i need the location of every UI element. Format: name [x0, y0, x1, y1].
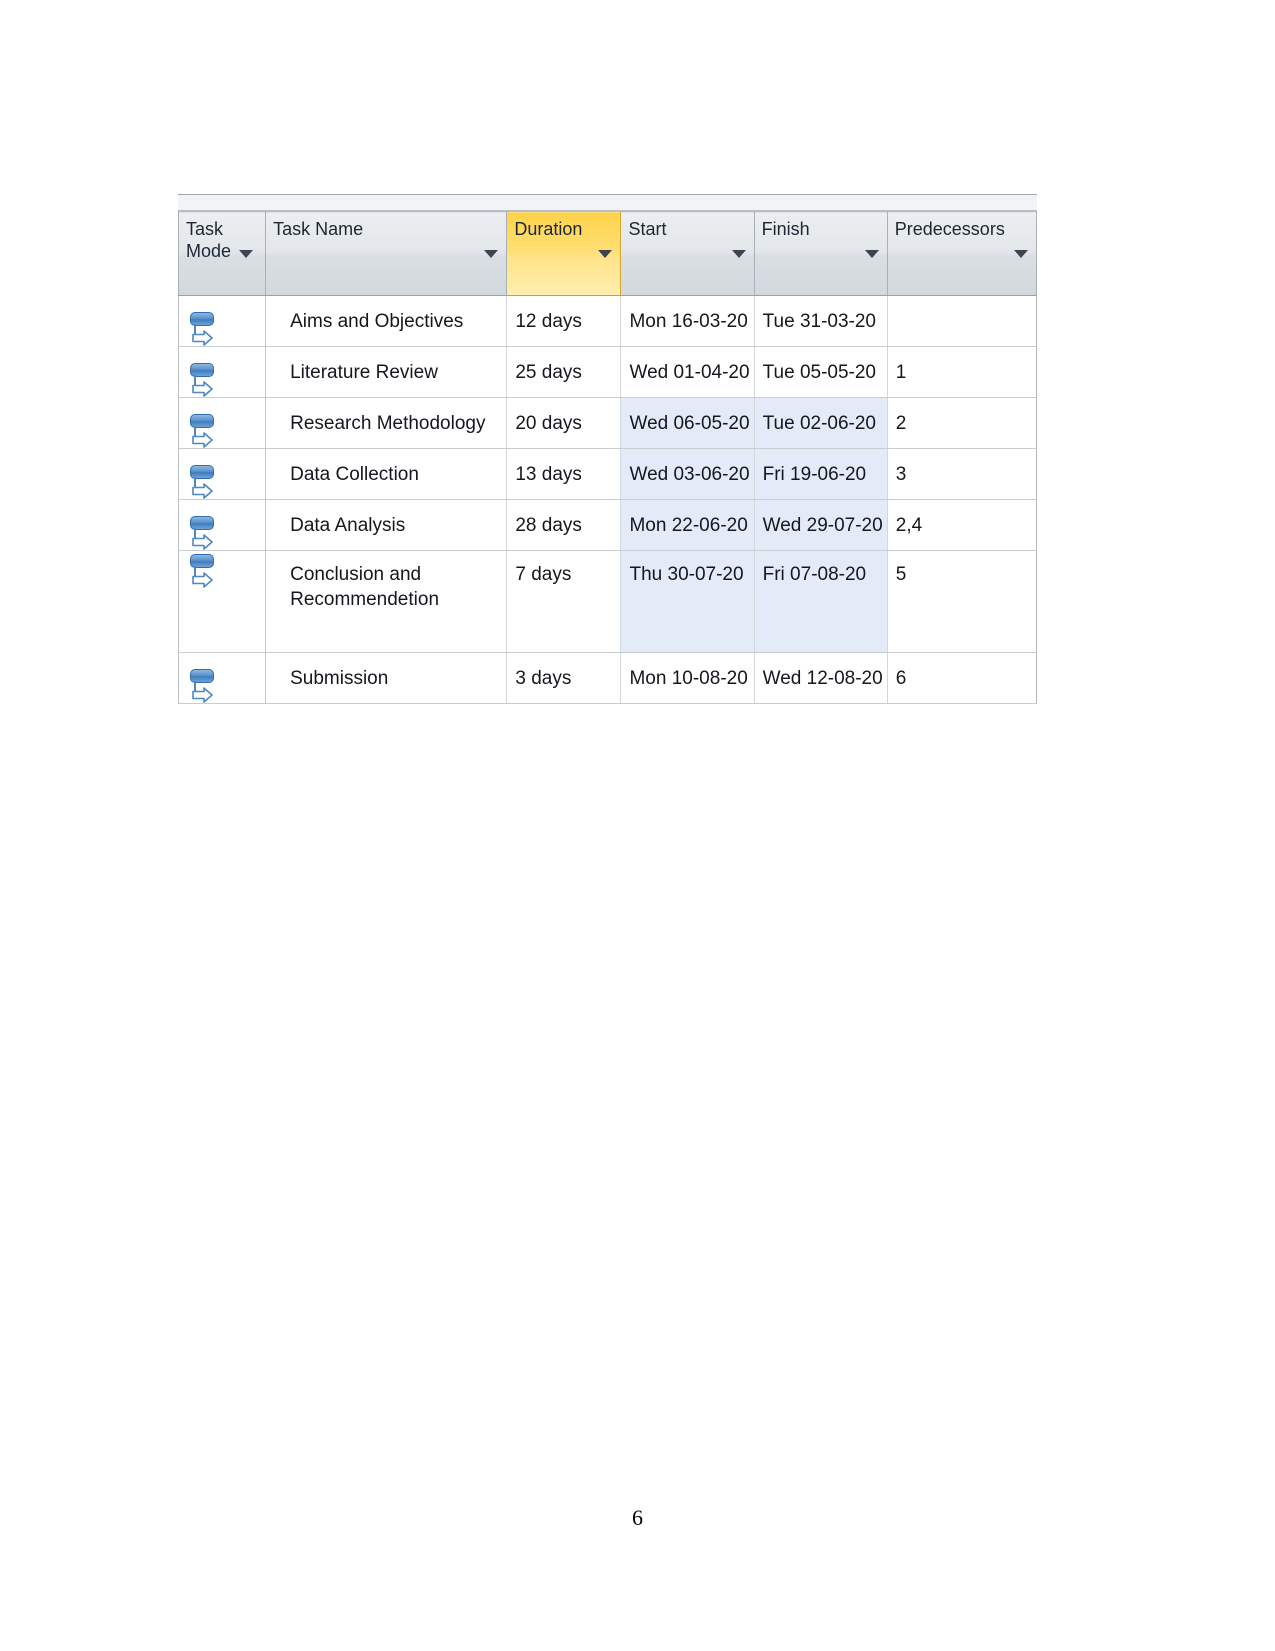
- cell-task-mode[interactable]: [178, 295, 267, 347]
- cell-predecessors[interactable]: 1: [887, 346, 1037, 398]
- table-row[interactable]: Submission 3 days Mon 10-08-20 Wed 12-08-20…: [178, 652, 1037, 704]
- cell-finish[interactable]: Fri 07-08-20: [754, 550, 888, 653]
- cell-task-name[interactable]: Aims and Objectives: [265, 295, 508, 347]
- grid-header-row: Task Mode Task Name Duration Start Finis…: [178, 211, 1037, 296]
- cell-task-mode[interactable]: [178, 550, 267, 653]
- filter-dropdown-icon[interactable]: [239, 250, 254, 258]
- cell-predecessors[interactable]: 3: [887, 448, 1037, 500]
- cell-start[interactable]: Mon 22-06-20: [620, 499, 755, 551]
- column-header-task-name[interactable]: Task Name: [265, 211, 508, 296]
- column-header-start-label: Start: [628, 219, 667, 239]
- cell-duration[interactable]: 12 days: [506, 295, 622, 347]
- column-header-finish[interactable]: Finish: [754, 211, 888, 296]
- column-header-start[interactable]: Start: [620, 211, 755, 296]
- task-entry-grid: Task Mode Task Name Duration Start Finis…: [178, 211, 1037, 704]
- right-arrow-glyph: [192, 533, 213, 550]
- column-header-task-mode[interactable]: Task Mode: [178, 211, 267, 296]
- table-row[interactable]: Aims and Objectives 12 days Mon 16-03-20 Tu…: [178, 295, 1037, 347]
- right-arrow-glyph: [192, 572, 213, 588]
- table-row[interactable]: Conclusion and Recommendetion 7 days Thu 3…: [178, 550, 1037, 653]
- cell-task-name[interactable]: Data Collection: [265, 448, 508, 500]
- cell-task-mode[interactable]: [178, 346, 267, 398]
- column-header-predecessors[interactable]: Predecessors: [887, 211, 1037, 296]
- project-schedule-table-image: Task Mode Task Name Duration Start Finis…: [178, 194, 1037, 711]
- cell-predecessors[interactable]: 6: [887, 652, 1037, 704]
- cell-finish[interactable]: Tue 05-05-20: [754, 346, 888, 398]
- cell-duration[interactable]: 20 days: [506, 397, 622, 449]
- cell-duration[interactable]: 3 days: [506, 652, 622, 704]
- cell-finish[interactable]: Wed 29-07-20: [754, 499, 888, 551]
- cell-predecessors[interactable]: 5: [887, 550, 1037, 653]
- filter-dropdown-icon[interactable]: [484, 250, 499, 258]
- cell-predecessors[interactable]: 2: [887, 397, 1037, 449]
- cell-task-mode[interactable]: [178, 652, 267, 704]
- cell-start[interactable]: Mon 16-03-20: [620, 295, 755, 347]
- right-arrow-glyph: [192, 380, 213, 397]
- cell-task-name[interactable]: Research Methodology: [265, 397, 508, 449]
- cell-start[interactable]: Wed 01-04-20: [620, 346, 755, 398]
- cell-start[interactable]: Thu 30-07-20: [620, 550, 755, 653]
- column-header-predecessors-label: Predecessors: [894, 219, 1005, 239]
- filter-dropdown-icon[interactable]: [864, 250, 879, 258]
- filter-dropdown-icon[interactable]: [598, 250, 613, 258]
- filter-dropdown-icon[interactable]: [1014, 250, 1028, 258]
- cell-start[interactable]: Wed 03-06-20: [620, 448, 755, 500]
- right-arrow-glyph: [192, 686, 213, 703]
- table-row[interactable]: Literature Review 25 days Wed 01-04-20 Tue …: [178, 346, 1037, 398]
- cell-task-name[interactable]: Data Analysis: [265, 499, 508, 551]
- column-header-task-name-label: Task Name: [273, 219, 364, 239]
- filter-dropdown-icon[interactable]: [731, 250, 746, 258]
- cell-task-name[interactable]: Submission: [265, 652, 508, 704]
- cell-finish[interactable]: Tue 02-06-20: [754, 397, 888, 449]
- cell-task-mode[interactable]: [178, 397, 267, 449]
- cell-finish[interactable]: Tue 31-03-20: [754, 295, 888, 347]
- cell-start[interactable]: Wed 06-05-20: [620, 397, 755, 449]
- page-number: 6: [632, 1505, 643, 1530]
- cell-start[interactable]: Mon 10-08-20: [620, 652, 755, 704]
- right-arrow-glyph: [192, 431, 213, 448]
- column-header-finish-label: Finish: [761, 219, 810, 239]
- table-row[interactable]: Data Analysis 28 days Mon 22-06-20 Wed 29-0…: [178, 499, 1037, 551]
- cell-finish[interactable]: Wed 12-08-20: [754, 652, 888, 704]
- cell-duration[interactable]: 25 days: [506, 346, 622, 398]
- cell-duration[interactable]: 13 days: [506, 448, 622, 500]
- cell-duration[interactable]: 7 days: [506, 550, 622, 653]
- cell-task-name[interactable]: Conclusion and Recommendetion: [265, 550, 508, 653]
- table-row[interactable]: Data Collection 13 days Wed 03-06-20 Fri 19…: [178, 448, 1037, 500]
- table-row[interactable]: Research Methodology 20 days Wed 06-05-20 T…: [178, 397, 1037, 449]
- cell-predecessors[interactable]: 2,4: [887, 499, 1037, 551]
- table-top-splitter: [178, 194, 1037, 211]
- cell-duration[interactable]: 28 days: [506, 499, 622, 551]
- grid-body: Aims and Objectives 12 days Mon 16-03-20 Tu…: [178, 295, 1037, 704]
- cell-task-name[interactable]: Literature Review: [265, 346, 508, 398]
- cell-predecessors[interactable]: [887, 295, 1037, 347]
- cell-task-mode[interactable]: [178, 448, 267, 500]
- right-arrow-glyph: [192, 329, 213, 346]
- cell-task-mode[interactable]: [178, 499, 267, 551]
- column-header-duration-label: Duration: [514, 219, 583, 239]
- cell-finish[interactable]: Fri 19-06-20: [754, 448, 888, 500]
- column-header-duration[interactable]: Duration: [506, 211, 622, 296]
- right-arrow-glyph: [192, 482, 213, 499]
